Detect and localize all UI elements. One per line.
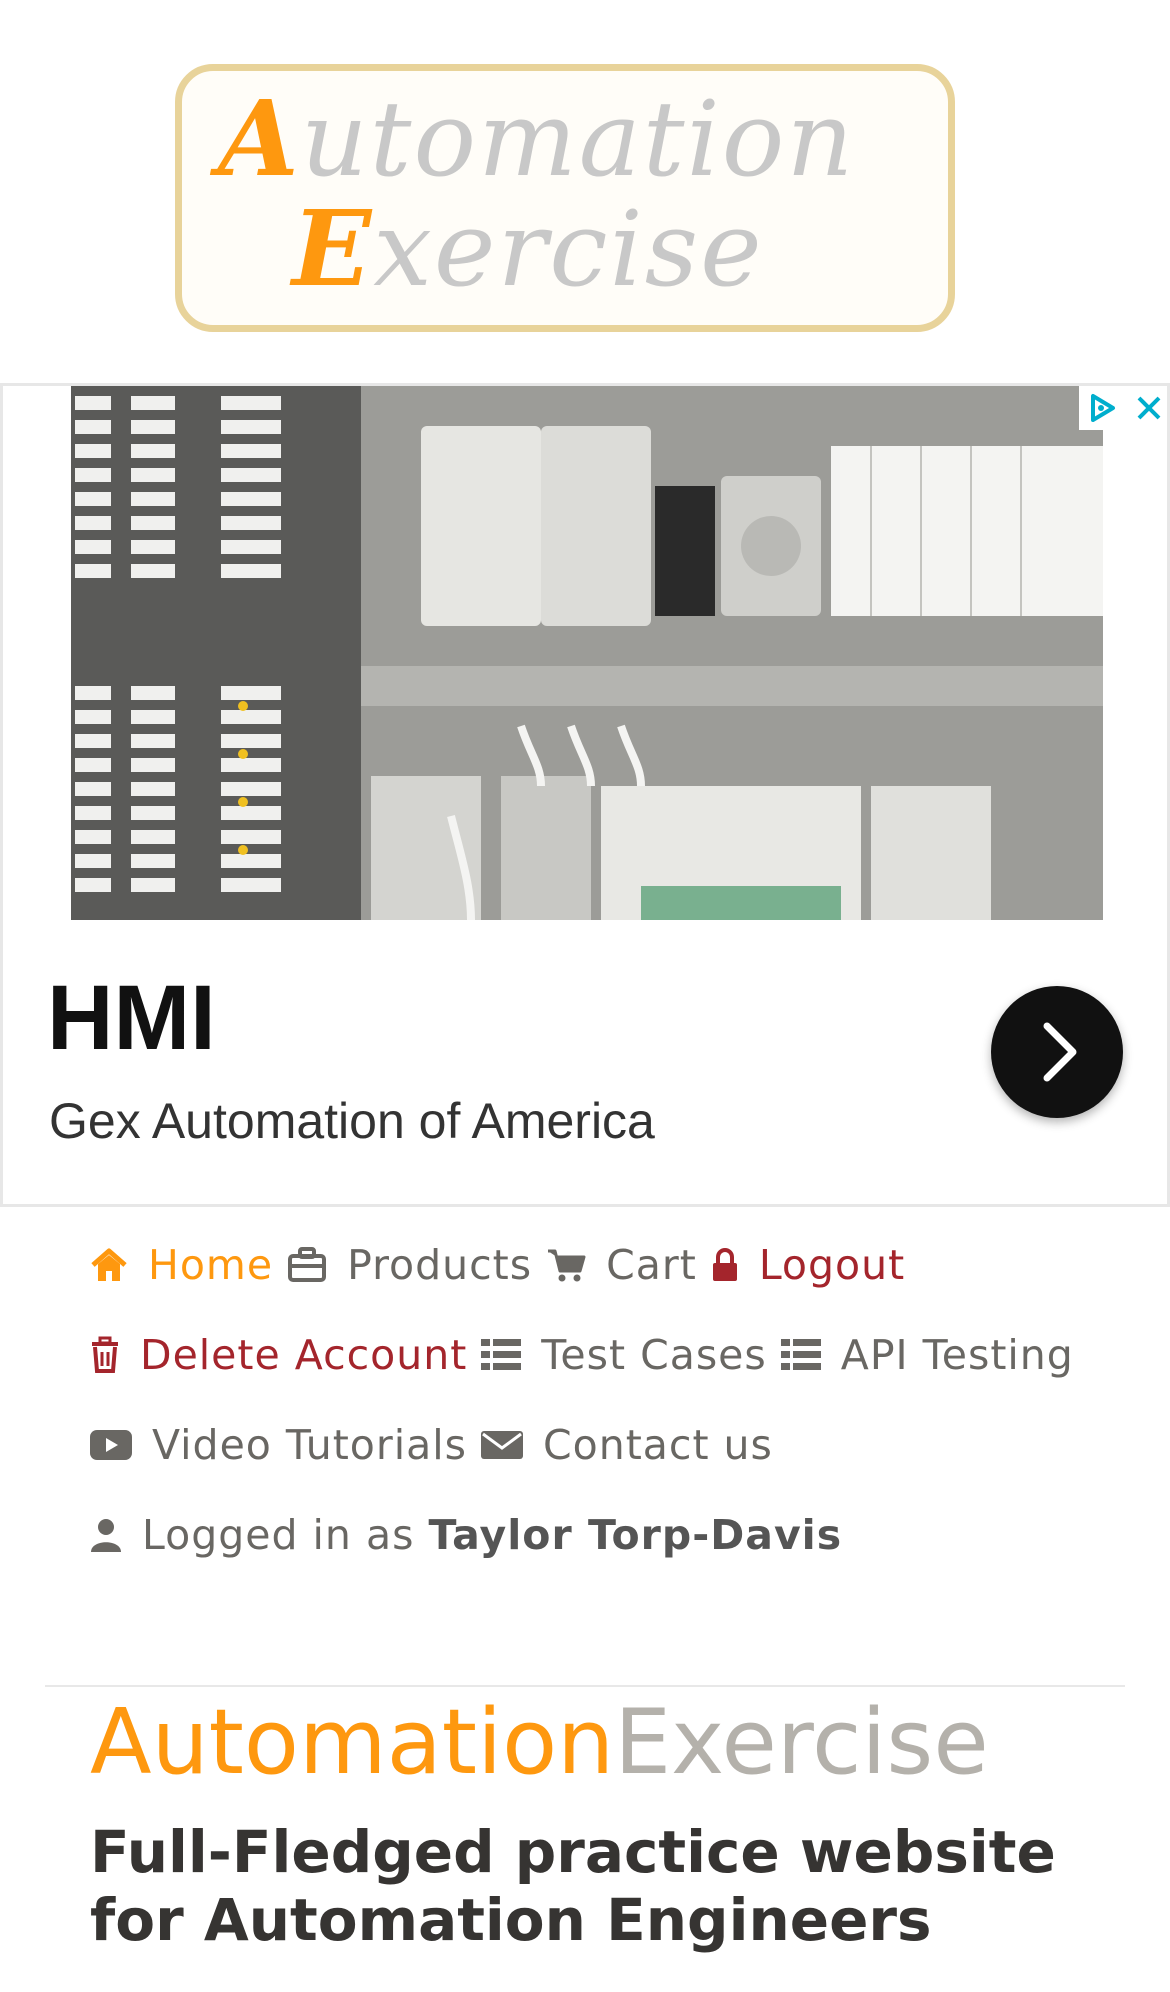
nav-logout-label: Logout bbox=[758, 1241, 906, 1289]
nav-cart-label: Cart bbox=[606, 1241, 697, 1289]
logo-cap-e: E bbox=[292, 187, 374, 310]
nav-api-testing-label: API Testing bbox=[840, 1331, 1074, 1379]
nav-row: Home Products Cart Logout bbox=[90, 1230, 919, 1300]
hero-brand-part1: Automation bbox=[90, 1690, 615, 1795]
envelope-icon bbox=[481, 1431, 523, 1459]
nav-products-label: Products bbox=[347, 1241, 533, 1289]
nav-home[interactable]: Home bbox=[90, 1241, 273, 1289]
ad-badge[interactable] bbox=[1079, 386, 1170, 430]
control-panel-photo bbox=[71, 386, 1103, 920]
ad-next-button[interactable] bbox=[991, 986, 1123, 1118]
nav-home-label: Home bbox=[148, 1241, 274, 1289]
hero-brand: AutomationExercise bbox=[90, 1690, 989, 1795]
nav-row: Video Tutorials Contact us bbox=[90, 1410, 787, 1480]
nav-test-cases[interactable]: Test Cases bbox=[481, 1331, 766, 1379]
hero-heading: Full-Fledged practice website for Automa… bbox=[90, 1818, 1056, 1954]
nav-video-tutorials-label: Video Tutorials bbox=[152, 1421, 467, 1469]
list-icon bbox=[481, 1339, 522, 1370]
ad-title[interactable]: HMI bbox=[47, 966, 216, 1071]
lock-icon bbox=[712, 1248, 737, 1281]
logged-in-status: Logged in as Taylor Torp-Davis bbox=[90, 1500, 856, 1570]
nav-test-cases-label: Test Cases bbox=[541, 1331, 767, 1379]
nav-delete-account-label: Delete Account bbox=[140, 1331, 468, 1379]
ad-subtitle[interactable]: Gex Automation of America bbox=[49, 1092, 655, 1150]
nav-logout[interactable]: Logout bbox=[711, 1241, 905, 1289]
nav-cart[interactable]: Cart bbox=[546, 1241, 697, 1289]
logged-in-username: Taylor Torp-Davis bbox=[428, 1511, 843, 1559]
nav-delete-account[interactable]: Delete Account bbox=[90, 1331, 467, 1379]
logo-word-1: utomation bbox=[300, 78, 856, 200]
home-icon bbox=[91, 1248, 127, 1281]
nav-api-testing[interactable]: API Testing bbox=[780, 1331, 1074, 1379]
nav-row: Delete Account Test Cases API Testing bbox=[90, 1320, 1088, 1390]
youtube-play-icon bbox=[90, 1430, 132, 1460]
nav-products[interactable]: Products bbox=[287, 1241, 532, 1289]
divider bbox=[45, 1685, 1125, 1687]
nav-contact-us[interactable]: Contact us bbox=[481, 1421, 773, 1469]
logo-line-2: Exercise bbox=[292, 187, 1012, 310]
nav-video-tutorials[interactable]: Video Tutorials bbox=[90, 1421, 467, 1469]
nav-contact-us-label: Contact us bbox=[543, 1421, 773, 1469]
site-logo[interactable]: Automation Exercise bbox=[175, 64, 955, 332]
logo-word-2: xercise bbox=[373, 188, 764, 310]
briefcase-icon bbox=[288, 1247, 327, 1282]
shopping-cart-icon bbox=[548, 1249, 586, 1282]
ad-image[interactable] bbox=[71, 386, 1103, 920]
logged-in-item: Logged in as Taylor Torp-Davis bbox=[90, 1511, 842, 1559]
trash-icon bbox=[92, 1336, 118, 1373]
chevron-right-icon bbox=[1043, 1022, 1077, 1082]
hero-brand-part2: Exercise bbox=[614, 1690, 989, 1795]
logo-cap-a: A bbox=[218, 77, 301, 200]
list-icon bbox=[780, 1339, 821, 1370]
site-header: Automation Exercise bbox=[0, 0, 1170, 380]
user-icon bbox=[91, 1519, 121, 1552]
advertisement[interactable]: HMI Gex Automation of America bbox=[0, 383, 1170, 1207]
close-icon bbox=[1137, 396, 1161, 420]
adchoices-icon[interactable] bbox=[1079, 386, 1170, 430]
logo-line-1: Automation bbox=[218, 77, 938, 200]
logged-in-prefix: Logged in as bbox=[142, 1511, 415, 1559]
